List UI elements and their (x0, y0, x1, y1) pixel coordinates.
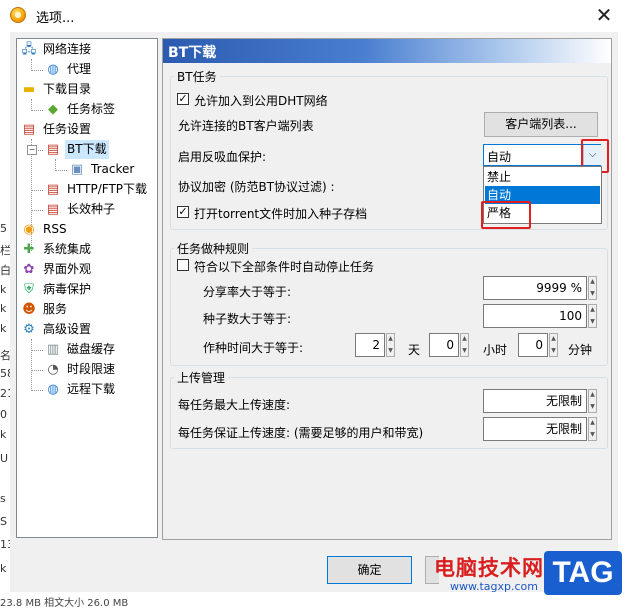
palette-icon: ✿ (23, 262, 35, 277)
background-text: 58 (0, 367, 10, 380)
background-text: 13 (0, 538, 10, 551)
bt-task-group-title: BT任务 (174, 68, 220, 85)
seed-time-label: 作种时间大于等于: (203, 341, 304, 355)
days-input[interactable]: 2 (355, 333, 385, 357)
globe-icon: ◍ (47, 382, 59, 397)
ratio-input[interactable]: 9999 % (483, 276, 587, 300)
dht-label: 允许加入到公用DHT网络 (194, 94, 328, 108)
days-unit: 天 (408, 343, 421, 357)
ratio-label: 分享率大于等于: (203, 285, 292, 299)
auto-stop-label: 符合以下全部条件时自动停止任务 (194, 260, 375, 274)
cube-icon: ▣ (70, 162, 84, 177)
max-upload-label: 每任务最大上传速度: (178, 398, 291, 412)
clipboard-icon: ▤ (22, 122, 36, 137)
watermark-url: www.tagxp.com (450, 580, 538, 593)
background-text: k (0, 562, 7, 575)
seeds-input[interactable]: 100 (483, 304, 587, 328)
min-upload-spinner[interactable] (588, 417, 597, 441)
clipboard-icon: ▤ (46, 202, 60, 217)
title-bar (0, 0, 627, 32)
hours-unit: 小时 (483, 343, 508, 357)
close-button[interactable]: ✕ (590, 2, 618, 30)
puzzle-icon: ✚ (23, 242, 35, 257)
days-spinner[interactable] (386, 333, 395, 357)
background-text: k (0, 283, 7, 296)
background-text: k (0, 428, 7, 441)
network-icon: 🖧 (21, 42, 37, 57)
protocol-encryption-label: 协议加密 (防范BT协议过滤) : (178, 180, 335, 194)
upload-group-title: 上传管理 (174, 369, 229, 386)
app-icon (10, 7, 26, 23)
minutes-input[interactable]: 0 (518, 333, 548, 357)
folder-icon: ▬ (22, 82, 36, 97)
ok-button[interactable]: 确定 (327, 556, 412, 584)
watermark-logo: TAG (544, 551, 622, 595)
torrent-archive-checkbox[interactable]: ✓ (177, 206, 189, 218)
watermark-text: 电脑技术网 (434, 556, 544, 580)
option-forbid[interactable]: 禁止 (485, 168, 600, 186)
client-list-label: 允许连接的BT客户端列表 (178, 119, 314, 133)
torrent-archive-label: 打开torrent文件时加入种子存档 (194, 207, 368, 221)
background-text: k (0, 322, 7, 335)
seeding-group-title: 任务做种规则 (174, 240, 253, 257)
max-upload-input[interactable]: 无限制 (483, 389, 587, 413)
panel-header (163, 39, 611, 63)
anti-leech-label: 启用反吸血保护: (178, 150, 267, 164)
anti-leech-value: 自动 (487, 150, 512, 164)
highlight-box (481, 201, 531, 229)
hours-input[interactable]: 0 (429, 333, 459, 357)
hours-spinner[interactable] (460, 333, 469, 357)
clipboard-icon: ▤ (46, 182, 60, 197)
background-text: s (0, 492, 6, 505)
background-text: 5 (0, 222, 7, 235)
clipboard-icon: ▤ (46, 142, 60, 157)
min-upload-label: 每任务保证上传速度: (需要足够的用户和带宽) (178, 426, 424, 440)
background-text: 栏 (0, 244, 10, 257)
background-text: 0 (0, 408, 7, 421)
settings-icon: ⚙ (23, 322, 35, 337)
background-text: k (0, 302, 7, 315)
auto-stop-checkbox[interactable] (177, 259, 189, 271)
collapse-icon[interactable]: − (27, 145, 37, 155)
max-upload-spinner[interactable] (588, 389, 597, 413)
tag-icon: ◆ (48, 102, 58, 117)
panel-title: BT下载 (168, 45, 217, 61)
dht-checkbox[interactable]: ✓ (177, 93, 189, 105)
seeds-spinner[interactable] (588, 304, 597, 328)
background-text: 21 (0, 387, 10, 400)
speed-icon: ◔ (47, 362, 59, 377)
disk-icon: ▥ (46, 342, 60, 357)
minutes-spinner[interactable] (549, 333, 558, 357)
background-text: 白 (0, 264, 10, 277)
background-text: S (0, 515, 7, 528)
status-bar: 23.8 MB 相文大小 26.0 MB (0, 598, 129, 609)
background-text: U (0, 452, 9, 465)
users-icon: ☻ (22, 302, 36, 317)
shield-icon: ⛨ (24, 282, 34, 297)
rss-icon: ◉ (23, 222, 35, 237)
globe-icon: ◍ (47, 62, 59, 77)
client-list-button[interactable]: 客户端列表... (484, 112, 598, 137)
window-title: 选项... (36, 11, 75, 26)
background-text: 名 (0, 349, 10, 362)
min-upload-input[interactable]: 无限制 (483, 417, 587, 441)
seeds-label: 种子数大于等于: (203, 312, 292, 326)
minutes-unit: 分钟 (568, 343, 593, 357)
ratio-spinner[interactable] (588, 276, 597, 300)
settings-tree[interactable]: − 🖧 网络连接 ◍ 代理 ▬ 下载目录 ◆ 任务标签 ▤ 任务设置 ▤ BT下… (16, 38, 158, 538)
